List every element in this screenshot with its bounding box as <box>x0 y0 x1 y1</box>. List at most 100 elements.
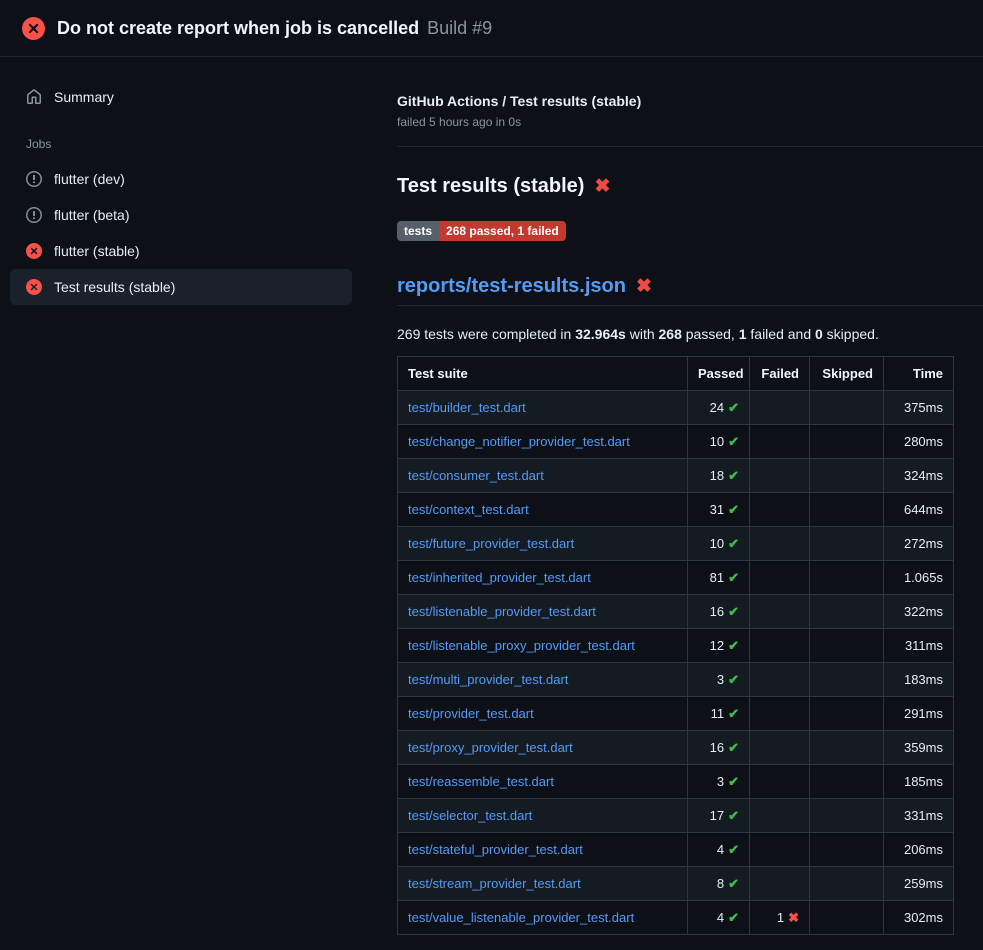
test-suite-link[interactable]: test/listenable_provider_test.dart <box>408 604 596 619</box>
column-header-test-suite: Test suite <box>398 357 688 391</box>
test-suite-link[interactable]: test/listenable_proxy_provider_test.dart <box>408 638 635 653</box>
failed-status-icon <box>26 243 42 259</box>
passed-count: 10 <box>710 536 724 551</box>
sidebar: Summary Jobs flutter (dev) flutter (beta)… <box>0 57 362 950</box>
summary-mid1: with <box>626 326 659 342</box>
test-suite-link[interactable]: test/value_listenable_provider_test.dart <box>408 910 634 925</box>
table-row: test/inherited_provider_test.dart81✔1.06… <box>398 561 954 595</box>
time-cell: 359ms <box>884 731 954 765</box>
breadcrumb: GitHub Actions / Test results (stable) <box>397 93 983 109</box>
sidebar-item-summary[interactable]: Summary <box>10 79 352 115</box>
page-header: Do not create report when job is cancell… <box>0 0 983 57</box>
run-title: Do not create report when job is cancell… <box>57 18 419 39</box>
check-icon: ✔ <box>728 434 739 449</box>
table-row: test/value_listenable_provider_test.dart… <box>398 901 954 935</box>
check-icon: ✔ <box>728 604 739 619</box>
summary-prefix: 269 tests were completed in <box>397 326 575 342</box>
report-heading: reports/test-results.json ✖ <box>397 273 983 306</box>
table-row: test/change_notifier_provider_test.dart 1… <box>398 425 954 459</box>
column-header-time: Time <box>884 357 954 391</box>
summary-skipped: 0 <box>815 326 823 342</box>
job-label: flutter (dev) <box>54 171 125 187</box>
sidebar-summary-label: Summary <box>54 89 114 105</box>
passed-count: 4 <box>717 910 724 925</box>
neutral-status-icon <box>26 171 42 187</box>
test-suite-link[interactable]: test/future_provider_test.dart <box>408 536 574 551</box>
jobs-heading: Jobs <box>10 137 352 151</box>
check-icon: ✔ <box>728 774 739 789</box>
passed-count: 12 <box>710 638 724 653</box>
check-icon: ✔ <box>728 910 739 925</box>
report-link[interactable]: reports/test-results.json <box>397 273 626 299</box>
passed-count: 11 <box>711 706 725 721</box>
run-failed-icon <box>22 17 45 40</box>
results-table-body: test/builder_test.dart24✔375mstest/chang… <box>398 391 954 935</box>
badge-label: tests <box>397 221 439 241</box>
job-label: flutter (stable) <box>54 243 140 259</box>
table-row: test/listenable_provider_test.dart 16 ✔ 322… <box>398 595 954 629</box>
test-suite-link[interactable]: test/inherited_provider_test.dart <box>408 570 591 585</box>
sidebar-job-item[interactable]: flutter (stable) <box>10 233 352 269</box>
time-cell: 272ms <box>884 527 954 561</box>
test-suite-link[interactable]: test/stateful_provider_test.dart <box>408 842 583 857</box>
check-icon: ✔ <box>728 400 739 415</box>
column-header-skipped: Skipped <box>810 357 884 391</box>
table-header-row: Test suite Passed Failed Skipped Time <box>398 357 954 391</box>
passed-count: 17 <box>710 808 724 823</box>
tests-badge: tests 268 passed, 1 failed <box>397 221 566 241</box>
test-suite-link[interactable]: test/selector_test.dart <box>408 808 532 823</box>
passed-count: 31 <box>710 502 724 517</box>
test-suite-link[interactable]: test/provider_test.dart <box>408 706 534 721</box>
test-suite-link[interactable]: test/reassemble_test.dart <box>408 774 554 789</box>
summary-failed: 1 <box>739 326 747 342</box>
time-cell: 185ms <box>884 765 954 799</box>
time-cell: 291ms <box>884 697 954 731</box>
main-content: GitHub Actions / Test results (stable) f… <box>362 57 983 950</box>
table-row: test/consumer_test.dart 18 ✔ 324ms <box>398 459 954 493</box>
results-table: Test suite Passed Failed Skipped Time te… <box>397 356 954 935</box>
passed-count: 8 <box>717 876 724 891</box>
check-icon: ✔ <box>728 570 739 585</box>
passed-count: 10 <box>710 434 724 449</box>
test-suite-link[interactable]: test/consumer_test.dart <box>408 468 544 483</box>
table-row: test/provider_test.dart11✔291ms <box>398 697 954 731</box>
table-row: test/future_provider_test.dart10✔272ms <box>398 527 954 561</box>
test-suite-link[interactable]: test/multi_provider_test.dart <box>408 672 568 687</box>
sidebar-job-item[interactable]: flutter (beta) <box>10 197 352 233</box>
table-row: test/selector_test.dart 17 ✔ 331ms <box>398 799 954 833</box>
table-row: test/listenable_proxy_provider_test.dart… <box>398 629 954 663</box>
table-row: test/stream_provider_test.dart8✔259ms <box>398 867 954 901</box>
badge-row: tests 268 passed, 1 failed <box>397 221 983 241</box>
passed-count: 3 <box>717 672 724 687</box>
job-label: flutter (beta) <box>54 207 129 223</box>
time-cell: 259ms <box>884 867 954 901</box>
check-icon: ✔ <box>728 468 739 483</box>
table-row: test/multi_provider_test.dart3✔183ms <box>398 663 954 697</box>
check-icon: ✔ <box>728 672 739 687</box>
test-suite-link[interactable]: test/builder_test.dart <box>408 400 526 415</box>
passed-count: 18 <box>710 468 724 483</box>
sidebar-job-item[interactable]: flutter (dev) <box>10 161 352 197</box>
test-suite-link[interactable]: test/change_notifier_provider_test.dart <box>408 434 630 449</box>
test-suite-link[interactable]: test/context_test.dart <box>408 502 529 517</box>
time-cell: 331ms <box>884 799 954 833</box>
passed-count: 16 <box>710 604 724 619</box>
time-cell: 1.065s <box>884 561 954 595</box>
time-cell: 322ms <box>884 595 954 629</box>
time-cell: 324ms <box>884 459 954 493</box>
time-cell: 302ms <box>884 901 954 935</box>
summary-suffix: skipped. <box>823 326 879 342</box>
test-suite-link[interactable]: test/proxy_provider_test.dart <box>408 740 573 755</box>
summary-mid3: failed and <box>747 326 816 342</box>
jobs-list: flutter (dev) flutter (beta) flutter (stab… <box>10 161 352 305</box>
neutral-status-icon <box>26 207 42 223</box>
test-suite-link[interactable]: test/stream_provider_test.dart <box>408 876 581 891</box>
column-header-failed: Failed <box>750 357 810 391</box>
passed-count: 3 <box>717 774 724 789</box>
check-icon: ✔ <box>728 502 739 517</box>
check-icon: ✔ <box>728 808 739 823</box>
sidebar-job-item[interactable]: Test results (stable) <box>10 269 352 305</box>
divider <box>397 146 983 147</box>
passed-count: 16 <box>710 740 724 755</box>
home-icon <box>26 89 42 105</box>
